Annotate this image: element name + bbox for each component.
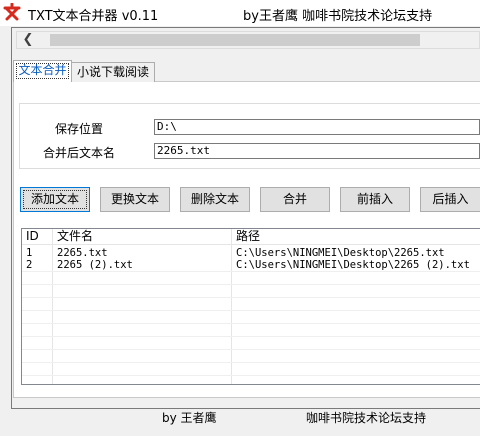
insert-after-button[interactable]: 后插入 bbox=[420, 187, 480, 212]
add-text-label: 添加文本 bbox=[30, 192, 79, 206]
footer-support: 咖啡书院技术论坛支持 bbox=[306, 411, 427, 425]
column-header-id[interactable]: ID bbox=[22, 229, 52, 244]
row-id: 1 bbox=[26, 247, 33, 259]
replace-text-button[interactable]: 更换文本 bbox=[100, 187, 170, 212]
row-grid-line bbox=[22, 336, 480, 337]
column-header-filename[interactable]: 文件名 bbox=[53, 229, 231, 244]
window-title: TXT文本合并器 v0.11 bbox=[28, 9, 159, 24]
row-filename: 2265.txt bbox=[57, 247, 108, 259]
title-bar: TXT文本合并器 v0.11 by王者鹰 咖啡书院技术论坛支持 bbox=[0, 0, 480, 26]
tab-focus-rect bbox=[16, 63, 69, 79]
row-grid-line bbox=[22, 271, 480, 272]
row-path: C:\Users\NINGMEI\Desktop\2265 (2).txt bbox=[236, 259, 470, 271]
tab-text-merge[interactable]: 文本合并 bbox=[13, 60, 72, 82]
row-id: 2 bbox=[26, 259, 33, 271]
save-location-input[interactable]: D:\ bbox=[154, 119, 480, 135]
chevron-left-icon[interactable]: ❮ bbox=[19, 32, 37, 48]
row-grid-line bbox=[22, 349, 480, 350]
table-row[interactable]: 1 2265.txt C:\Users\NINGMEI\Desktop\2265… bbox=[22, 247, 480, 259]
scrollbar-thumb[interactable] bbox=[50, 34, 420, 46]
row-grid-line bbox=[22, 310, 480, 311]
tab-novel-download[interactable]: 小说下载阅读 bbox=[71, 62, 155, 82]
insert-after-label: 后插入 bbox=[432, 192, 469, 206]
horizontal-scrollbar[interactable]: ❮ bbox=[16, 31, 480, 49]
delete-text-button[interactable]: 删除文本 bbox=[180, 187, 250, 212]
row-grid-line bbox=[22, 362, 480, 363]
window-credit: by王者鹰 咖啡书院技术论坛支持 bbox=[243, 9, 433, 24]
delete-text-label: 删除文本 bbox=[190, 192, 239, 206]
add-text-button[interactable]: 添加文本 bbox=[20, 187, 90, 212]
row-grid-line bbox=[22, 375, 480, 376]
row-filename: 2265 (2).txt bbox=[57, 259, 133, 271]
merge-button[interactable]: 合并 bbox=[260, 187, 330, 212]
insert-before-label: 前插入 bbox=[356, 192, 393, 206]
text-wen-icon bbox=[3, 3, 21, 21]
merged-name-label: 合并后文本名 bbox=[43, 146, 116, 160]
insert-before-button[interactable]: 前插入 bbox=[340, 187, 410, 212]
row-path: C:\Users\NINGMEI\Desktop\2265.txt bbox=[236, 247, 445, 259]
replace-text-label: 更换文本 bbox=[110, 192, 159, 206]
save-location-label: 保存位置 bbox=[55, 122, 104, 136]
merged-name-input[interactable]: 2265.txt bbox=[154, 143, 480, 159]
tab-label: 小说下载阅读 bbox=[76, 65, 149, 79]
row-grid-line bbox=[22, 323, 480, 324]
row-grid-line bbox=[22, 297, 480, 298]
column-header-path[interactable]: 路径 bbox=[232, 229, 480, 244]
file-list-header: ID 文件名 路径 bbox=[22, 229, 480, 245]
table-row[interactable]: 2 2265 (2).txt C:\Users\NINGMEI\Desktop\… bbox=[22, 259, 480, 271]
merge-label: 合并 bbox=[282, 192, 307, 206]
row-grid-line bbox=[22, 284, 480, 285]
footer-author: by 王者鹰 bbox=[162, 411, 217, 425]
file-list[interactable]: ID 文件名 路径 1 2265.txt C:\Users\NINGMEI\De… bbox=[21, 228, 480, 385]
